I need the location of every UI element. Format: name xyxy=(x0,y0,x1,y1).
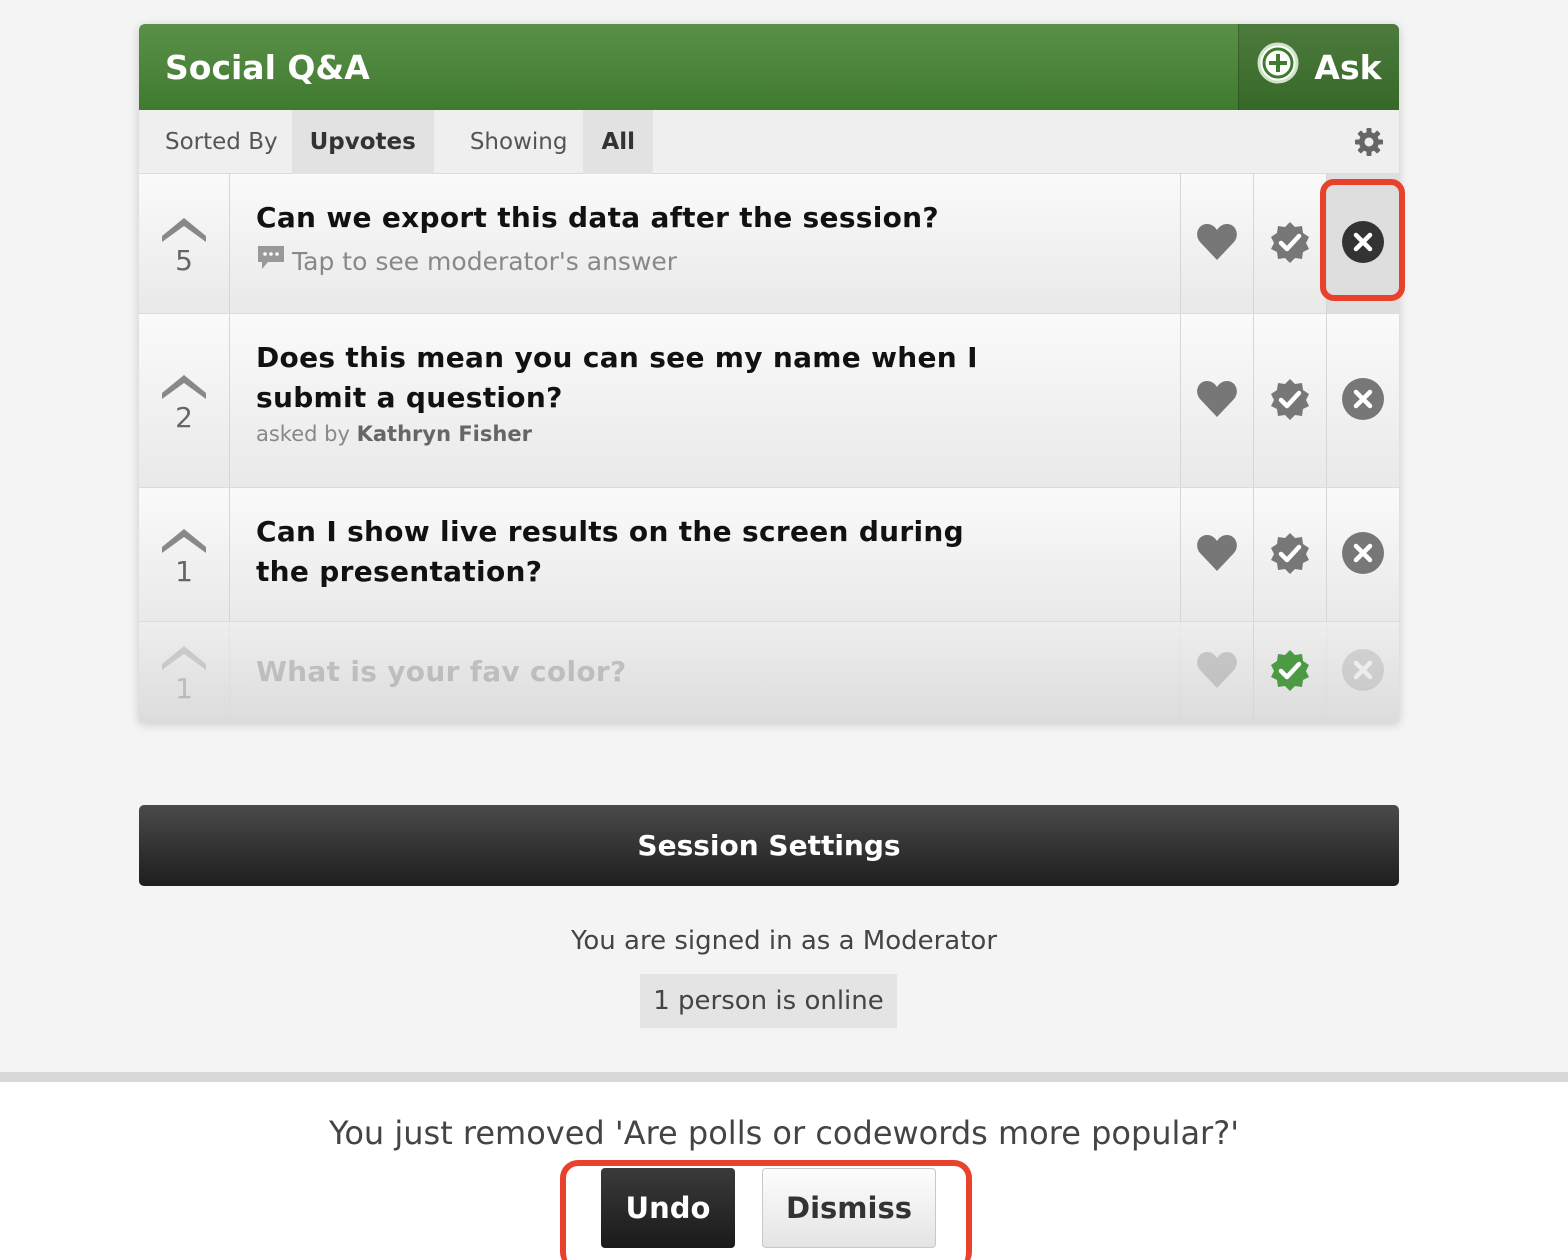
question-text: Can I show live results on the screen du… xyxy=(256,515,964,588)
filter-selector[interactable]: All xyxy=(583,109,654,174)
author-name: Kathryn Fisher xyxy=(356,422,532,446)
approve-button[interactable] xyxy=(1253,488,1326,621)
heart-icon xyxy=(1195,648,1239,696)
dismiss-button[interactable]: Dismiss xyxy=(762,1168,936,1248)
page-title: Social Q&A xyxy=(165,47,370,87)
question-text: Does this mean you can see my name when … xyxy=(256,341,978,414)
favorite-button[interactable] xyxy=(1180,314,1253,487)
question-text: What is your fav color? xyxy=(256,655,627,688)
plus-circle-icon xyxy=(1256,41,1300,93)
undo-button[interactable]: Undo xyxy=(601,1168,735,1248)
vote-count: 5 xyxy=(175,243,193,277)
question-row[interactable]: 1 Can I show live results on the screen … xyxy=(139,488,1399,622)
qa-panel: Social Q&A Ask Sorted By Upvotes Showing… xyxy=(139,24,1399,722)
remove-button[interactable] xyxy=(1326,174,1399,313)
online-count-badge: 1 person is online xyxy=(640,974,897,1028)
undo-notification-bar: You just removed 'Are polls or codewords… xyxy=(0,1072,1568,1260)
heart-icon xyxy=(1195,531,1239,579)
sort-selector[interactable]: Upvotes xyxy=(291,109,434,174)
remove-button[interactable] xyxy=(1326,622,1399,722)
sort-toolbar: Sorted By Upvotes Showing All xyxy=(139,109,1399,174)
moderator-answer-text: Tap to see moderator's answer xyxy=(292,246,678,276)
asked-by-label: asked by xyxy=(256,422,350,446)
question-content[interactable]: Can we export this data after the sessio… xyxy=(230,174,1180,313)
comment-icon xyxy=(256,244,286,278)
remove-button[interactable] xyxy=(1326,488,1399,621)
check-badge-icon xyxy=(1268,648,1312,696)
favorite-button[interactable] xyxy=(1180,622,1253,722)
signed-in-status: You are signed in as a Moderator xyxy=(570,926,998,956)
remove-x-icon xyxy=(1341,648,1385,696)
question-content[interactable]: What is your fav color? xyxy=(230,622,1180,722)
favorite-button[interactable] xyxy=(1180,488,1253,621)
upvote-chevron-icon xyxy=(160,212,208,248)
approve-button-active[interactable] xyxy=(1253,622,1326,722)
upvote-chevron-icon xyxy=(160,369,208,405)
question-content[interactable]: Does this mean you can see my name when … xyxy=(230,314,1180,487)
asked-by-line: asked by Kathryn Fisher xyxy=(256,422,1154,446)
heart-icon xyxy=(1195,377,1239,425)
upvote-button[interactable]: 5 xyxy=(139,174,230,313)
remove-x-icon xyxy=(1341,377,1385,425)
showing-label: Showing xyxy=(469,128,568,155)
check-badge-icon xyxy=(1268,220,1312,268)
upvote-button[interactable]: 1 xyxy=(139,622,230,722)
moderator-answer-link[interactable]: Tap to see moderator's answer xyxy=(256,244,1154,278)
ask-button[interactable]: Ask xyxy=(1238,24,1399,110)
sorted-by-label: Sorted By xyxy=(165,128,278,155)
session-settings-button[interactable]: Session Settings xyxy=(139,805,1399,886)
upvote-chevron-icon xyxy=(160,523,208,559)
check-badge-icon xyxy=(1268,377,1312,425)
heart-icon xyxy=(1195,220,1239,268)
vote-count: 1 xyxy=(175,672,193,705)
question-row[interactable]: 5 Can we export this data after the sess… xyxy=(139,174,1399,314)
remove-x-icon xyxy=(1341,531,1385,579)
vote-count: 2 xyxy=(175,400,193,434)
gear-icon[interactable] xyxy=(1353,126,1385,158)
vote-count: 1 xyxy=(175,554,193,588)
removed-message: You just removed 'Are polls or codewords… xyxy=(329,1114,1239,1152)
question-content[interactable]: Can I show live results on the screen du… xyxy=(230,488,1180,621)
upvote-button[interactable]: 2 xyxy=(139,314,230,487)
remove-button[interactable] xyxy=(1326,314,1399,487)
question-row-approved[interactable]: 1 What is your fav color? xyxy=(139,622,1399,722)
approve-button[interactable] xyxy=(1253,174,1326,313)
remove-x-icon xyxy=(1341,220,1385,268)
upvote-chevron-icon xyxy=(160,640,208,676)
panel-header: Social Q&A Ask xyxy=(139,24,1399,110)
check-badge-icon xyxy=(1268,531,1312,579)
question-row[interactable]: 2 Does this mean you can see my name whe… xyxy=(139,314,1399,488)
upvote-button[interactable]: 1 xyxy=(139,488,230,621)
approve-button[interactable] xyxy=(1253,314,1326,487)
question-text: Can we export this data after the sessio… xyxy=(256,201,939,234)
favorite-button[interactable] xyxy=(1180,174,1253,313)
ask-label: Ask xyxy=(1314,47,1382,87)
